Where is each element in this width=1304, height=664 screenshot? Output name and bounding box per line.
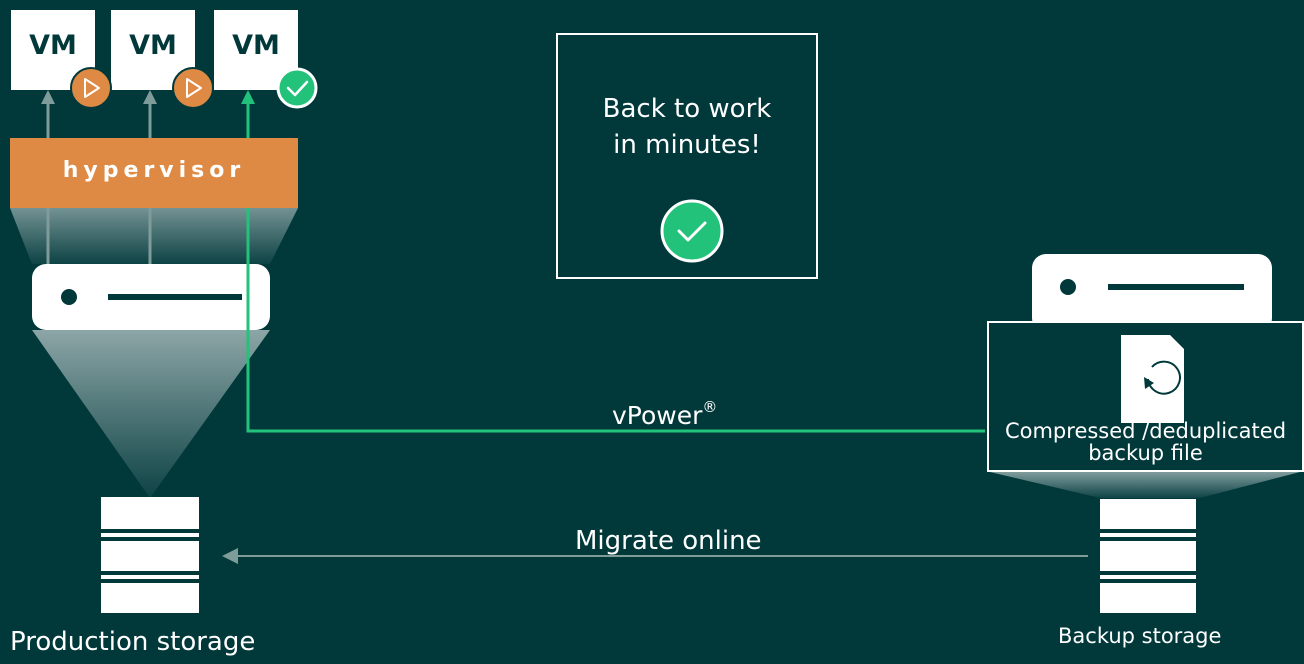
backup-storage-label: Backup storage [1058, 624, 1222, 648]
backup-file-panel: Compressed /deduplicated backup file [987, 321, 1304, 472]
check-icon [276, 67, 318, 109]
backup-file-line-2: backup file [1088, 441, 1203, 465]
production-storage-label: Production storage [10, 627, 256, 657]
hypervisor-label: hypervisor [62, 158, 246, 183]
registered-mark: ® [702, 398, 718, 416]
callout-text: Back to work in minutes! [558, 91, 816, 163]
migrate-online-label: Migrate online [575, 526, 762, 556]
backup-storage-icon [1100, 499, 1196, 613]
backup-beam [990, 472, 1300, 498]
callout-box: Back to work in minutes! [556, 33, 818, 279]
backup-file-label: Compressed /deduplicated backup file [989, 420, 1302, 464]
backup-file-icon [1121, 335, 1184, 423]
check-circle-icon [660, 199, 724, 263]
play-icon [70, 67, 112, 109]
callout-line-2: in minutes! [613, 130, 761, 160]
production-storage-icon [101, 497, 199, 613]
backup-file-line-1: Compressed /deduplicated [1004, 419, 1287, 443]
hypervisor-beam [10, 208, 298, 264]
server-storage-cone [32, 330, 270, 498]
vpower-label: vPower® [612, 398, 718, 430]
hypervisor-block: hypervisor [10, 138, 298, 208]
diagram-canvas: VM VM VM hypervisor Back to work in minu… [0, 0, 1304, 664]
callout-line-1: Back to work [602, 94, 772, 124]
play-icon [172, 67, 214, 109]
